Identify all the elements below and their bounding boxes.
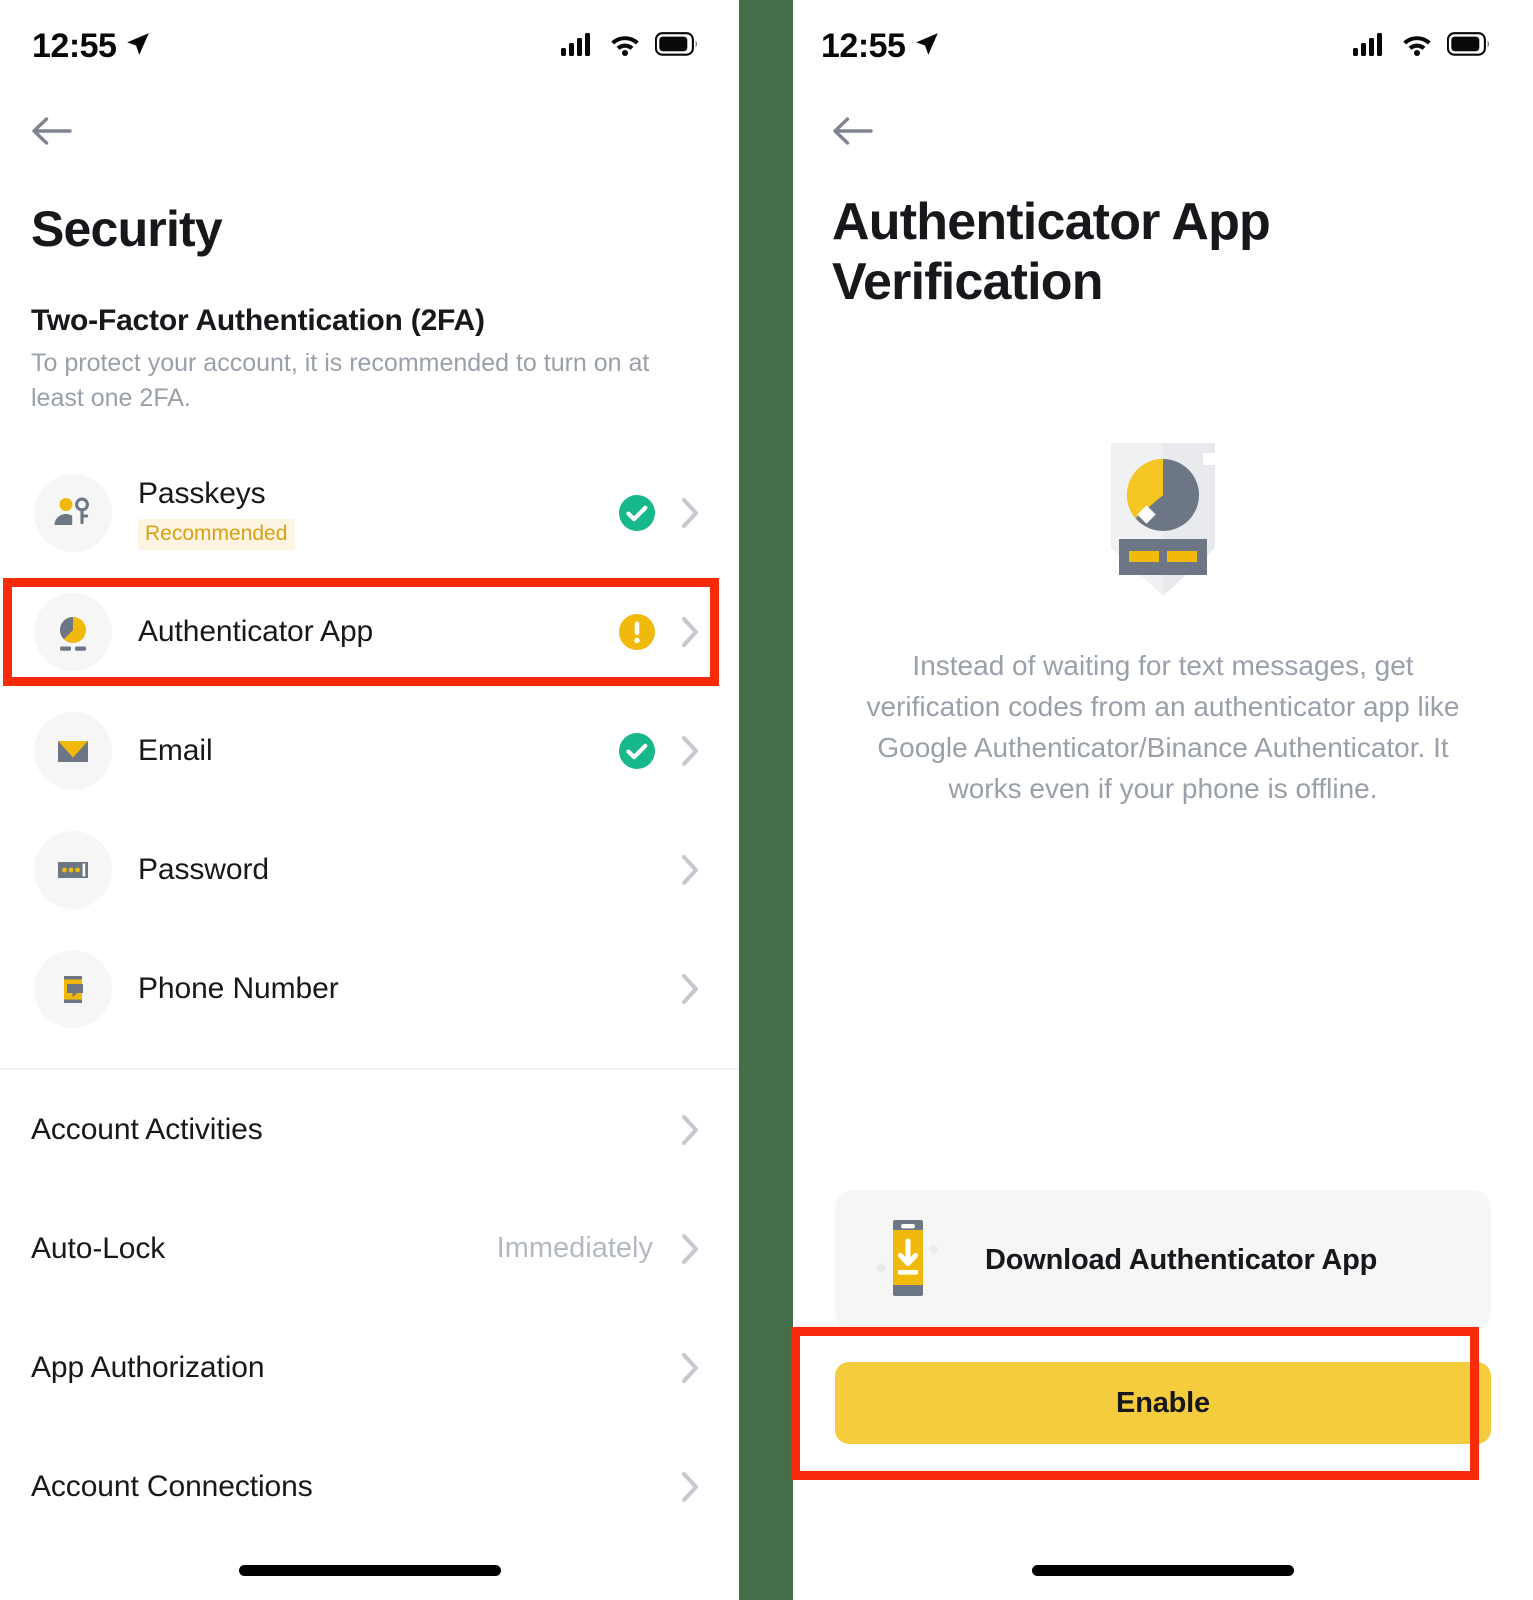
phone-sms-icon: [34, 949, 112, 1028]
screen-separator-strip: [739, 0, 793, 1600]
twofa-label-wrap: Password: [112, 852, 617, 888]
status-time: 12:55: [821, 27, 906, 65]
twofa-label-wrap: Authenticator App: [112, 614, 617, 650]
twofa-label-wrap: Email: [112, 733, 617, 769]
status-bar-right-group: [561, 31, 699, 61]
wifi-icon: [1401, 32, 1433, 61]
chevron-right-icon[interactable]: [679, 1114, 701, 1146]
twofa-label: Phone Number: [138, 971, 339, 1005]
shield-pie-chart-illustration: [793, 433, 1533, 603]
status-bar-left-group: 12:55: [821, 29, 940, 63]
twofa-label: Password: [138, 852, 269, 886]
twofa-label: Email: [138, 733, 213, 767]
cellular-signal-icon: [1353, 32, 1387, 61]
settings-label: Auto-Lock: [31, 1231, 166, 1265]
password-dots-icon: [34, 830, 112, 909]
status-bar-right: 12:55: [793, 0, 1533, 92]
enable-button[interactable]: Enable: [835, 1362, 1491, 1444]
check-circle-icon: [617, 494, 657, 532]
chevron-right-icon[interactable]: [679, 854, 701, 886]
home-indicator-left: [238, 1565, 501, 1576]
chevron-right-icon[interactable]: [679, 1471, 701, 1503]
chevron-right-icon[interactable]: [679, 973, 701, 1005]
authenticator-pie-icon: [34, 592, 112, 671]
settings-row-account-activities[interactable]: Account Activities: [0, 1070, 739, 1189]
verification-description: Instead of waiting for text messages, ge…: [866, 649, 1460, 805]
battery-full-icon: [1446, 31, 1491, 61]
battery-full-icon: [654, 31, 699, 61]
status-time: 12:55: [32, 27, 117, 65]
settings-label: Account Activities: [31, 1112, 263, 1146]
twofa-label-wrap: Passkeys Recommended: [112, 476, 617, 550]
section-heading-2fa: Two-Factor Authentication (2FA): [31, 304, 485, 337]
back-row-left: [0, 92, 739, 170]
chevron-right-icon[interactable]: [679, 735, 701, 767]
section-description-2fa: To protect your account, it is recommend…: [31, 349, 650, 412]
check-circle-icon: [617, 732, 657, 770]
recommended-badge: Recommended: [138, 518, 296, 550]
page-title: Authenticator App Verification: [832, 193, 1271, 312]
settings-list: Account Activities Auto-Lock Immediately…: [0, 1070, 739, 1546]
warning-circle-icon: [617, 613, 657, 651]
twofa-row-password[interactable]: Password: [0, 810, 739, 929]
home-indicator-right: [1032, 1565, 1294, 1576]
chevron-right-icon[interactable]: [679, 1233, 701, 1265]
security-screen: 12:55 Security Two-Factor Authentication…: [0, 0, 739, 1600]
wifi-icon: [609, 32, 641, 61]
cellular-signal-icon: [561, 32, 595, 61]
settings-label: Account Connections: [31, 1469, 313, 1503]
status-bar-left-group: 12:55: [32, 29, 151, 63]
location-arrow-icon: [914, 31, 940, 62]
twofa-row-authenticator-app[interactable]: Authenticator App: [0, 572, 739, 691]
email-envelope-icon: [34, 711, 112, 790]
phone-download-icon: [873, 1216, 939, 1305]
back-arrow-icon[interactable]: [30, 115, 72, 147]
settings-row-account-connections[interactable]: Account Connections: [0, 1427, 739, 1546]
twofa-label-wrap: Phone Number: [112, 971, 617, 1007]
status-bar-right-group: [1353, 31, 1491, 61]
twofa-row-passkeys[interactable]: Passkeys Recommended: [0, 453, 739, 572]
chevron-right-icon[interactable]: [679, 1352, 701, 1384]
twofa-row-phone-number[interactable]: Phone Number: [0, 929, 739, 1048]
passkey-person-key-icon: [34, 473, 112, 552]
status-bar-left: 12:55: [0, 0, 739, 92]
download-card-label: Download Authenticator App: [985, 1243, 1378, 1276]
twofa-label: Authenticator App: [138, 614, 374, 648]
dual-screenshot-container: 12:55 Security Two-Factor Authentication…: [0, 0, 1533, 1600]
settings-label: App Authorization: [31, 1350, 265, 1384]
chevron-right-icon[interactable]: [679, 616, 701, 648]
twofa-list: Passkeys Recommended Authenticator App E…: [0, 453, 739, 1048]
location-arrow-icon: [125, 31, 151, 62]
twofa-row-email[interactable]: Email: [0, 691, 739, 810]
settings-row-app-authorization[interactable]: App Authorization: [0, 1308, 739, 1427]
page-title: Security: [31, 201, 223, 257]
authenticator-verification-screen: 12:55 Authenticator App Verification Ins…: [793, 0, 1533, 1600]
download-authenticator-app-card[interactable]: Download Authenticator App: [835, 1190, 1491, 1330]
chevron-right-icon[interactable]: [679, 497, 701, 529]
settings-row-auto-lock[interactable]: Auto-Lock Immediately: [0, 1189, 739, 1308]
twofa-label: Passkeys: [138, 476, 266, 510]
back-arrow-icon[interactable]: [831, 115, 873, 147]
back-row-right: [793, 92, 1533, 170]
settings-value: Immediately: [496, 1232, 653, 1264]
